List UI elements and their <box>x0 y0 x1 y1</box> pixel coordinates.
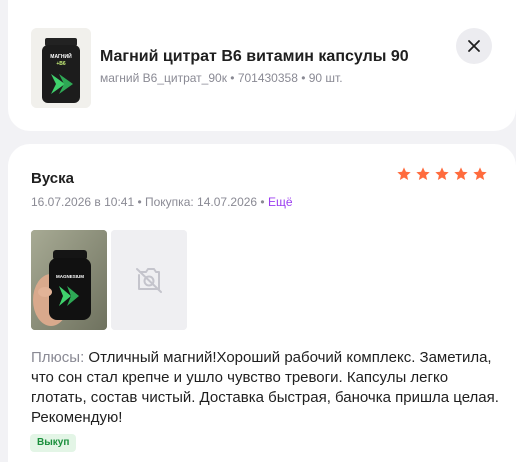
review-photo-1[interactable]: MAGNESIUM <box>31 230 107 330</box>
pros-label: Плюсы: <box>31 349 85 366</box>
star-icon <box>416 167 430 180</box>
star-icon <box>435 167 449 180</box>
star-icon <box>454 167 468 180</box>
review-date-purchase: 16.07.2026 в 10:41 • Покупка: 14.07.2026… <box>31 195 268 209</box>
review-meta: 16.07.2026 в 10:41 • Покупка: 14.07.2026… <box>31 195 293 209</box>
product-thumbnail[interactable]: МАГНИЙ +B6 <box>31 28 91 108</box>
product-jar-image: МАГНИЙ +B6 <box>31 28 91 108</box>
star-icon <box>397 167 411 180</box>
thumb-label-2: +B6 <box>56 61 66 67</box>
product-title[interactable]: Магний цитрат В6 витамин капсулы 90 <box>100 48 409 66</box>
review-photo-2[interactable] <box>111 230 187 330</box>
thumb-label-1: МАГНИЙ <box>50 52 72 60</box>
review-card: Вуска 16.07.2026 в 10:41 • Покупка: 14.0… <box>8 144 516 462</box>
pros-text: Отличный магний!Хороший рабочий комплекс… <box>31 349 499 426</box>
close-button[interactable] <box>456 28 492 64</box>
product-card: МАГНИЙ +B6 Магний цитрат В6 витамин капс… <box>8 0 516 131</box>
rating-stars <box>396 166 488 182</box>
image-placeholder-icon <box>111 230 187 330</box>
close-icon <box>468 40 480 52</box>
star-icon <box>473 167 487 180</box>
product-meta: магний В6_цитрат_90к • 701430358 • 90 шт… <box>100 71 343 85</box>
product-photo: MAGNESIUM <box>31 230 107 330</box>
status-badge: Выкуп <box>30 434 77 452</box>
photo-caption: MAGNESIUM <box>56 274 84 279</box>
review-author: Вуска <box>31 170 74 187</box>
review-text: Плюсы: Отличный магний!Хороший рабочий к… <box>31 348 501 428</box>
more-link[interactable]: Ещё <box>268 195 293 209</box>
